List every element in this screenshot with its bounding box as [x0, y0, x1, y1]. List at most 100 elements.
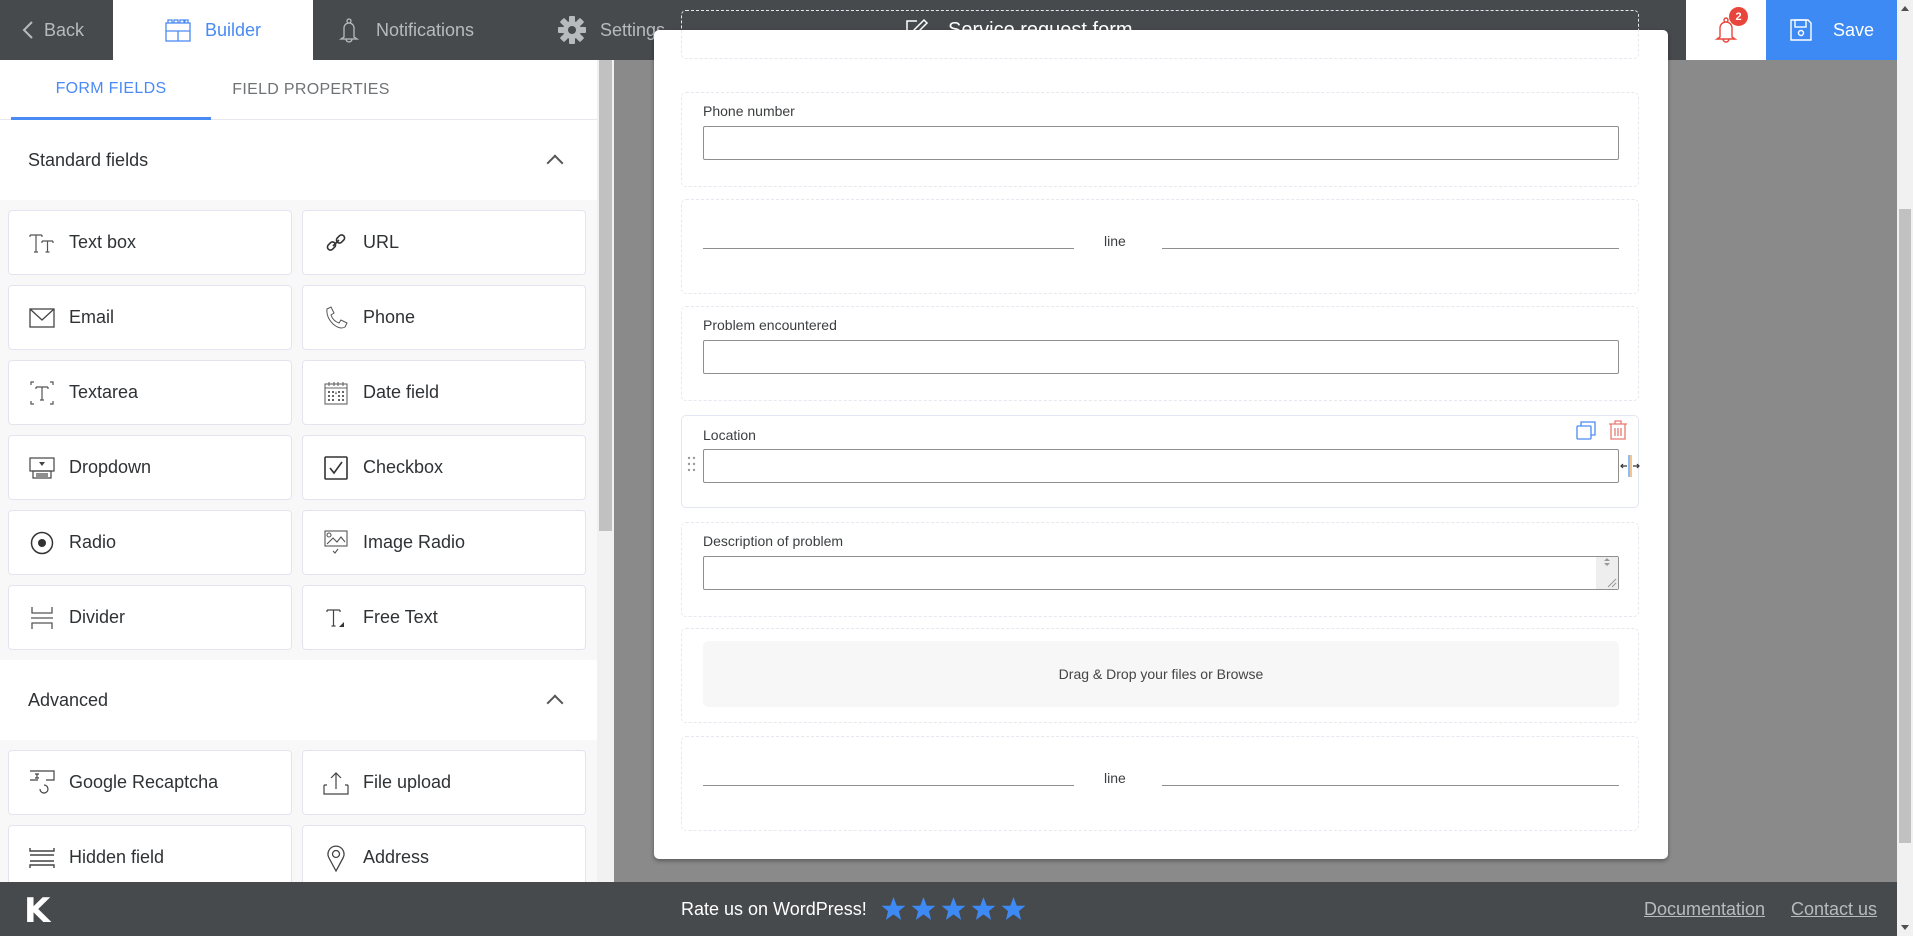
- field-label: Phone number: [703, 103, 795, 119]
- hidden-field-icon: [27, 845, 57, 871]
- field-item-email[interactable]: Email: [8, 285, 292, 350]
- divider-line-right: [1162, 248, 1619, 249]
- field-item-label: Free Text: [363, 607, 438, 627]
- tab-notifications[interactable]: Notifications: [338, 0, 474, 60]
- field-item-label: File upload: [363, 772, 452, 792]
- contact-us-link[interactable]: Contact us: [1791, 882, 1877, 936]
- phone-number-input[interactable]: [703, 126, 1619, 160]
- field-item-hidden-field[interactable]: Hidden field: [8, 825, 292, 882]
- form-canvas: Phone number line Problem encountered Lo…: [654, 10, 1668, 859]
- back-button[interactable]: Back: [0, 0, 113, 60]
- star-icon[interactable]: [969, 896, 998, 922]
- section-advanced[interactable]: Advanced: [0, 660, 597, 740]
- field-item-checkbox[interactable]: Checkbox: [302, 435, 586, 500]
- panel-tabs: FORM FIELDS FIELD PROPERTIES: [0, 60, 597, 120]
- upload-icon: [321, 770, 351, 796]
- file-dropzone[interactable]: Drag & Drop your files or Browse: [703, 641, 1619, 707]
- field-item-url[interactable]: URL: [302, 210, 586, 275]
- description-textarea[interactable]: [703, 556, 1619, 590]
- form-field-problem-encountered[interactable]: Problem encountered: [681, 306, 1639, 401]
- scroll-down-arrow-icon[interactable]: [1901, 925, 1909, 930]
- field-item-radio[interactable]: Radio: [8, 510, 292, 575]
- divider-line-left: [703, 248, 1074, 249]
- field-item-dropdown[interactable]: Dropdown: [8, 435, 292, 500]
- fields-panel-scrollbar[interactable]: [597, 60, 614, 882]
- page-scrollbar[interactable]: [1897, 0, 1913, 936]
- map-pin-icon: [321, 845, 351, 872]
- star-icon[interactable]: [999, 896, 1028, 922]
- tab-field-properties[interactable]: FIELD PROPERTIES: [211, 60, 411, 120]
- free-text-icon: [321, 605, 351, 631]
- form-divider[interactable]: line: [681, 199, 1639, 294]
- standard-fields-grid: Text box URL Email Phone Textarea Date f…: [0, 200, 597, 660]
- back-label: Back: [44, 19, 85, 40]
- drag-handle-icon[interactable]: [687, 455, 697, 473]
- form-field-phone-number[interactable]: Phone number: [681, 92, 1639, 187]
- section-title: Standard fields: [28, 149, 149, 170]
- form-field-block-partial[interactable]: [681, 10, 1639, 59]
- save-button[interactable]: Save: [1766, 0, 1897, 60]
- form-field-location[interactable]: Location: [681, 415, 1640, 508]
- tab-settings[interactable]: Settings: [558, 0, 665, 60]
- field-item-label: Address: [363, 847, 430, 867]
- field-item-label: URL: [363, 232, 400, 252]
- field-item-label: Textarea: [69, 382, 139, 402]
- textarea-resize-grip[interactable]: [1596, 557, 1618, 589]
- fields-panel: FORM FIELDS FIELD PROPERTIES Standard fi…: [0, 60, 597, 882]
- dropdown-icon: [27, 455, 57, 481]
- bell-icon: [338, 18, 360, 43]
- scroll-up-arrow-icon[interactable]: [1901, 6, 1909, 11]
- form-field-description[interactable]: Description of problem: [681, 522, 1639, 617]
- envelope-icon: [27, 305, 57, 331]
- resize-handle-icon[interactable]: [1620, 454, 1640, 478]
- radio-icon: [27, 530, 57, 556]
- field-item-date[interactable]: Date field: [302, 360, 586, 425]
- brand-logo: K: [24, 891, 51, 931]
- field-item-textarea[interactable]: Textarea: [8, 360, 292, 425]
- link-icon: [321, 230, 351, 256]
- field-item-label: Email: [69, 307, 115, 327]
- field-item-label: Radio: [69, 532, 117, 552]
- location-input[interactable]: [703, 449, 1619, 483]
- field-item-recaptcha[interactable]: Google Recaptcha: [8, 750, 292, 815]
- notifications-button[interactable]: 2: [1686, 0, 1766, 60]
- floppy-disk-icon: [1790, 19, 1812, 41]
- advanced-fields-grid: Google Recaptcha File upload Hidden fiel…: [0, 740, 597, 882]
- chevron-up-icon: [546, 154, 564, 172]
- scrollbar-thumb[interactable]: [599, 60, 612, 531]
- divider-text: line: [1104, 770, 1126, 786]
- field-label: Problem encountered: [703, 317, 837, 333]
- star-icon[interactable]: [879, 896, 908, 922]
- field-item-phone[interactable]: Phone: [302, 285, 586, 350]
- duplicate-icon[interactable]: [1576, 421, 1596, 441]
- delete-icon[interactable]: [1608, 419, 1628, 441]
- tab-builder[interactable]: Builder: [113, 0, 313, 60]
- documentation-link[interactable]: Documentation: [1644, 882, 1765, 936]
- field-item-image-radio[interactable]: Image Radio: [302, 510, 586, 575]
- form-divider[interactable]: line: [681, 736, 1639, 831]
- field-item-divider[interactable]: Divider: [8, 585, 292, 650]
- field-label: Location: [703, 427, 756, 443]
- form-field-file-upload[interactable]: Drag & Drop your files or Browse: [681, 628, 1639, 723]
- tab-form-fields[interactable]: FORM FIELDS: [11, 60, 211, 120]
- star-icon[interactable]: [939, 896, 968, 922]
- problem-encountered-input[interactable]: [703, 340, 1619, 374]
- rate-text: Rate us on WordPress!: [681, 898, 867, 919]
- field-item-address[interactable]: Address: [302, 825, 586, 882]
- field-item-free-text[interactable]: Free Text: [302, 585, 586, 650]
- section-standard-fields[interactable]: Standard fields: [0, 120, 597, 200]
- field-item-file-upload[interactable]: File upload: [302, 750, 586, 815]
- calendar-icon: [321, 380, 351, 406]
- field-label: Description of problem: [703, 533, 844, 549]
- star-icon[interactable]: [909, 896, 938, 922]
- divider-line-left: [703, 785, 1074, 786]
- field-item-label: Text box: [69, 232, 137, 252]
- divider-text: line: [1104, 233, 1126, 249]
- field-item-label: Dropdown: [69, 457, 152, 477]
- tab-builder-label: Builder: [204, 19, 262, 40]
- field-item-label: Image Radio: [363, 532, 466, 552]
- scrollbar-thumb[interactable]: [1899, 209, 1911, 843]
- rating-stars: [879, 896, 1029, 922]
- field-item-text-box[interactable]: Text box: [8, 210, 292, 275]
- save-label: Save: [1832, 19, 1875, 40]
